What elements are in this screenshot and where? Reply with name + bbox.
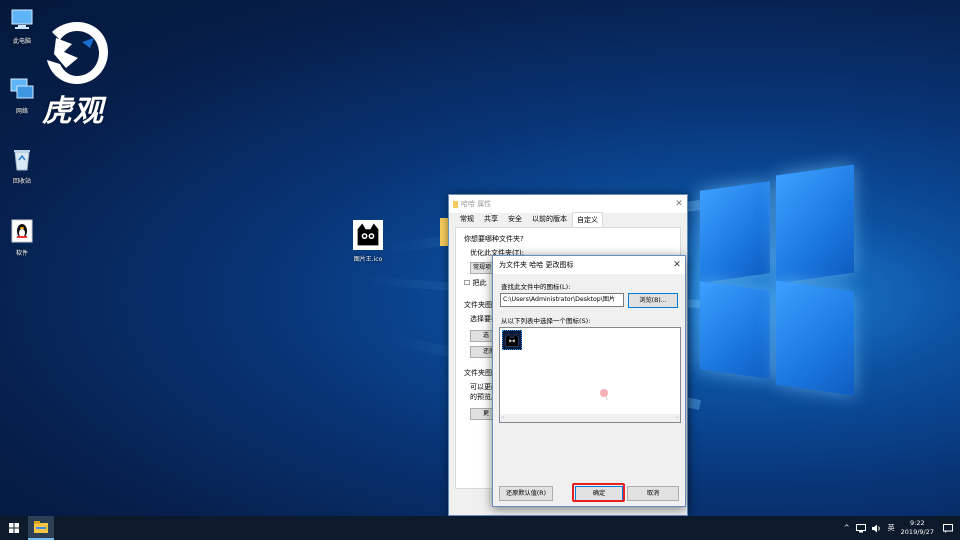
desktop-icon-ico-file[interactable]: 图片王.ico [346,220,390,263]
icon-option[interactable] [502,330,522,350]
tray-chevron-icon[interactable]: ^ [844,524,850,532]
scroll-left-arrow[interactable]: ‹ [502,414,504,422]
browse-button[interactable]: 浏览(B)... [628,293,678,308]
desktop-icon-label: 此电脑 [12,38,31,45]
close-icon[interactable]: ✕ [671,199,687,209]
cat-ico-file-icon [353,220,383,250]
windows-start-icon [9,523,19,533]
restore-defaults-button[interactable]: 还原默认值(R) [499,486,553,501]
folder-icon [453,200,458,208]
desktop-icon-label: 回收站 [12,178,31,185]
dialog-title: 为文件夹 哈哈 更改图标 [499,261,574,269]
desktop-icon-software[interactable]: 软件 [2,218,42,257]
recycle-bin-icon [14,150,30,171]
ok-button-highlight [572,483,625,502]
tab-general[interactable]: 常规 [455,211,479,227]
windows-logo-pane [776,280,854,396]
find-icon-label: 查找此文件中的图标(L): [501,283,571,291]
checkbox-label: 把此 [472,279,487,287]
clock-time: 9:22 [910,519,925,527]
volume-icon[interactable] [871,524,882,533]
tiger-logo-icon [47,22,108,84]
change-icon-dialog: 为文件夹 哈哈 更改图标 ✕ 查找此文件中的图标(L): C:\Users\Ad… [492,255,686,507]
network-icon [10,78,34,99]
windows-logo-pane [776,164,854,284]
clock-date: 2019/9/27 [900,528,934,536]
icon-list-label: 从以下列表中选择一个图标(S): [501,317,591,325]
windows-logo-pane [700,281,770,379]
window-title: 哈哈 属性 [461,200,492,208]
close-icon[interactable]: ✕ [669,260,685,270]
desktop-icon-label: 网络 [15,108,28,115]
desktop-icon-label: 图片王.ico [353,256,383,263]
desktop-icon-recycle-bin[interactable]: 回收站 [2,146,42,185]
tab-customize[interactable]: 自定义 [572,212,603,227]
brand-logo: 虎观 [42,18,120,130]
tab-bar: 常规 共享 安全 以前的版本 自定义 [449,211,687,227]
ime-indicator[interactable]: 英 [888,523,895,533]
cancel-button[interactable]: 取消 [627,486,679,501]
tab-sharing[interactable]: 共享 [479,211,503,227]
horizontal-scrollbar[interactable]: ‹ › [500,414,680,422]
section-heading: 你想要哪种文件夹? [464,235,524,243]
computer-icon [11,9,33,29]
file-explorer-icon [34,521,48,533]
clock[interactable]: 9:22 2019/9/27 [901,519,934,537]
dialog-titlebar[interactable]: 为文件夹 哈哈 更改图标 ✕ [493,256,685,274]
tab-previous-versions[interactable]: 以前的版本 [527,211,572,227]
busy-cursor-icon [600,389,608,400]
tab-security[interactable]: 安全 [503,211,527,227]
system-tray: ^ 英 9:22 2019/9/27 [844,516,960,540]
start-button[interactable] [0,516,28,540]
desktop-icon-this-pc[interactable]: 此电脑 [2,6,42,45]
cat-icon [505,333,519,347]
brand-text: 虎观 [42,94,104,129]
windows-logo-pane [700,181,770,283]
taskbar-file-explorer[interactable] [28,516,54,540]
notification-icon [943,523,953,533]
qq-penguin-icon [11,219,33,243]
action-center-button[interactable] [940,516,956,540]
desktop-icon-network[interactable]: 网络 [2,76,42,115]
icon-path-input[interactable]: C:\Users\Administrator\Desktop\图片 [500,293,624,307]
taskbar: ^ 英 9:22 2019/9/27 [0,516,960,540]
desktop-icon-label: 软件 [15,250,28,257]
network-tray-icon[interactable] [855,523,866,533]
icon-list[interactable]: ‹ › [499,327,681,423]
scroll-right-arrow[interactable]: › [676,414,678,422]
